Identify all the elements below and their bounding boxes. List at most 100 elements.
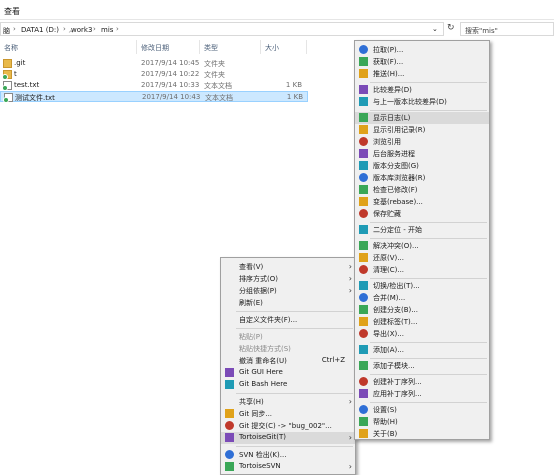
submenu-arrow-icon: › bbox=[348, 262, 352, 271]
submenu-item-还原[interactable]: 还原(V)... bbox=[355, 252, 489, 264]
context-menu-item-git-gui-here[interactable]: Git GUI Here bbox=[221, 367, 355, 379]
resolve-icon bbox=[359, 241, 368, 250]
menu-item-label: 拉取(P)... bbox=[373, 46, 404, 54]
menu-item-label: TortoiseSVN bbox=[239, 462, 281, 470]
breadcrumb-work3[interactable]: work3 bbox=[71, 26, 92, 34]
submenu-item-切换-检出[interactable]: 切换/检出(T)... bbox=[355, 280, 489, 292]
column-header-name[interactable]: 名称 bbox=[4, 43, 18, 53]
chevron-right-icon: › bbox=[63, 25, 66, 33]
submenu-item-显示日志[interactable]: 显示日志(L) bbox=[355, 112, 489, 124]
submenu-item-关于[interactable]: 关于(B) bbox=[355, 428, 489, 440]
context-menu-item-共享[interactable]: 共享(H) › bbox=[221, 396, 355, 408]
submenu-item-与上一版本比较差异[interactable]: 与上一版本比较差异(D) bbox=[355, 96, 489, 108]
breadcrumb-pc[interactable]: 脑 bbox=[3, 26, 10, 36]
context-menu-item-粘贴快捷方式[interactable]: 粘贴快捷方式(S) bbox=[221, 343, 355, 355]
column-divider[interactable] bbox=[260, 40, 261, 54]
breadcrumb-mis[interactable]: mis bbox=[101, 26, 113, 34]
menu-separator bbox=[370, 342, 487, 343]
context-menu-item-分组依据[interactable]: 分组依据(P) › bbox=[221, 285, 355, 297]
pull-icon bbox=[359, 45, 368, 54]
submenu-item-获取[interactable]: 获取(F)... bbox=[355, 56, 489, 68]
menu-separator bbox=[236, 393, 353, 394]
context-menu-item-撤消-重命名[interactable]: 撤消 重命名(U) Ctrl+Z bbox=[221, 355, 355, 367]
submenu-item-创建分支[interactable]: 创建分支(B)... bbox=[355, 304, 489, 316]
column-divider[interactable] bbox=[136, 40, 137, 54]
context-menu-item-svn-检出[interactable]: SVN 检出(K)... bbox=[221, 449, 355, 461]
submenu-item-变基[interactable]: 变基(rebase)... bbox=[355, 196, 489, 208]
menu-item-label: 切换/检出(T)... bbox=[373, 282, 420, 290]
file-row[interactable]: t 2017/9/14 10:22 文件夹 bbox=[0, 69, 308, 80]
submenu-item-显示引用记录[interactable]: 显示引用记录(R) bbox=[355, 124, 489, 136]
context-menu-item-粘贴[interactable]: 粘贴(P) bbox=[221, 331, 355, 343]
submenu-arrow-icon: › bbox=[348, 462, 352, 471]
menu-item-label: 自定义文件夹(F)... bbox=[239, 316, 298, 324]
column-header-type[interactable]: 类型 bbox=[204, 43, 218, 53]
file-type: 文件夹 bbox=[204, 60, 225, 68]
diff-icon bbox=[359, 85, 368, 94]
breadcrumb-drive[interactable]: DATA1 (D:) bbox=[21, 26, 59, 34]
file-type: 文件夹 bbox=[204, 71, 225, 79]
submenu-item-清理[interactable]: 清理(C)... bbox=[355, 264, 489, 276]
submenu-item-应用补丁序列[interactable]: 应用补丁序列... bbox=[355, 388, 489, 400]
context-menu-item-排序方式[interactable]: 排序方式(O) › bbox=[221, 273, 355, 285]
submenu-item-检查已修改[interactable]: 检查已修改(F) bbox=[355, 184, 489, 196]
context-menu-item-git-同步[interactable]: Git 同步... bbox=[221, 408, 355, 420]
search-box[interactable]: 搜索"mis" bbox=[460, 22, 554, 36]
submenu-item-后台服务进程[interactable]: 后台服务进程 bbox=[355, 148, 489, 160]
ribbon-tab-view[interactable]: 查看 bbox=[4, 6, 20, 17]
file-date: 2017/9/14 10:22 bbox=[141, 70, 200, 78]
submenu-item-推送[interactable]: 推送(H)... bbox=[355, 68, 489, 80]
column-header-size[interactable]: 大小 bbox=[265, 43, 279, 53]
menu-item-label: TortoiseGit(T) bbox=[239, 433, 287, 441]
refresh-icon[interactable]: ↻ bbox=[447, 23, 455, 33]
address-bar[interactable]: 脑 › DATA1 (D:) › work3 › mis › ⌄ bbox=[0, 22, 444, 36]
file-row[interactable]: .git 2017/9/14 10:45 文件夹 bbox=[0, 58, 308, 69]
bisect-icon bbox=[359, 225, 368, 234]
file-date: 2017/9/14 10:45 bbox=[141, 59, 200, 67]
revision-graph-icon bbox=[359, 161, 368, 170]
column-divider[interactable] bbox=[306, 40, 307, 54]
context-menu-item-tortoisesvn[interactable]: TortoiseSVN › bbox=[221, 461, 355, 473]
submenu-item-帮助[interactable]: 帮助(H) bbox=[355, 416, 489, 428]
context-menu-item-git-bash-here[interactable]: Git Bash Here bbox=[221, 379, 355, 391]
file-date: 2017/9/14 10:43 bbox=[142, 93, 201, 101]
context-menu-item-自定义文件夹[interactable]: 自定义文件夹(F)... bbox=[221, 314, 355, 326]
context-menu-item-刷新[interactable]: 刷新(E) bbox=[221, 297, 355, 309]
chevron-down-icon[interactable]: ⌄ bbox=[432, 25, 438, 33]
file-size: 1 KB bbox=[286, 93, 303, 101]
file-row[interactable]: test.txt 2017/9/14 10:33 文本文档 1 KB bbox=[0, 80, 308, 91]
context-menu-item-tortoisegit[interactable]: TortoiseGit(T) › bbox=[221, 432, 355, 444]
menu-item-label: SVN 检出(K)... bbox=[239, 451, 287, 459]
git-sync-icon bbox=[225, 409, 234, 418]
submenu-item-浏览引用[interactable]: 浏览引用 bbox=[355, 136, 489, 148]
merge-icon bbox=[359, 293, 368, 302]
submenu-item-比较差异[interactable]: 比较差异(D) bbox=[355, 84, 489, 96]
push-icon bbox=[359, 69, 368, 78]
git-bash-icon bbox=[225, 380, 234, 389]
submenu-item-创建标签[interactable]: 创建标签(T)... bbox=[355, 316, 489, 328]
submenu-item-添加子模块[interactable]: 添加子模块... bbox=[355, 360, 489, 372]
submenu-item-合并[interactable]: 合并(M)... bbox=[355, 292, 489, 304]
git-text-file-icon bbox=[2, 81, 12, 91]
submenu-item-解决冲突[interactable]: 解决冲突(O)... bbox=[355, 240, 489, 252]
submenu-item-添加[interactable]: 添加(A)... bbox=[355, 344, 489, 356]
context-menu-item-查看[interactable]: 查看(V) › bbox=[221, 261, 355, 273]
submenu-item-设置[interactable]: 设置(S) bbox=[355, 404, 489, 416]
submenu-item-二分定位-开始[interactable]: 二分定位 - 开始 bbox=[355, 224, 489, 236]
file-row[interactable]: 测试文件.txt 2017/9/14 10:43 文本文档 1 KB bbox=[0, 91, 308, 103]
submenu-item-保存贮藏[interactable]: 保存贮藏 bbox=[355, 208, 489, 220]
menu-item-label: 版本库浏览器(R) bbox=[373, 174, 426, 182]
submenu-item-版本库浏览器[interactable]: 版本库浏览器(R) bbox=[355, 172, 489, 184]
column-header-date[interactable]: 修改日期 bbox=[141, 43, 169, 53]
submenu-item-拉取[interactable]: 拉取(P)... bbox=[355, 44, 489, 56]
submenu-item-版本分支图[interactable]: 版本分支图(G) bbox=[355, 160, 489, 172]
menu-separator bbox=[236, 446, 353, 447]
context-menu-item-git-提交-bug-002[interactable]: Git 提交(C) -> "bug_002"... bbox=[221, 420, 355, 432]
column-divider[interactable] bbox=[199, 40, 200, 54]
reflog-icon bbox=[359, 125, 368, 134]
menu-separator bbox=[370, 278, 487, 279]
submenu-item-导出[interactable]: 导出(X)... bbox=[355, 328, 489, 340]
submenu-item-创建补丁序列[interactable]: 创建补丁序列... bbox=[355, 376, 489, 388]
menu-item-label: 变基(rebase)... bbox=[373, 198, 423, 206]
menu-item-label: 撤消 重命名(U) bbox=[239, 357, 287, 365]
